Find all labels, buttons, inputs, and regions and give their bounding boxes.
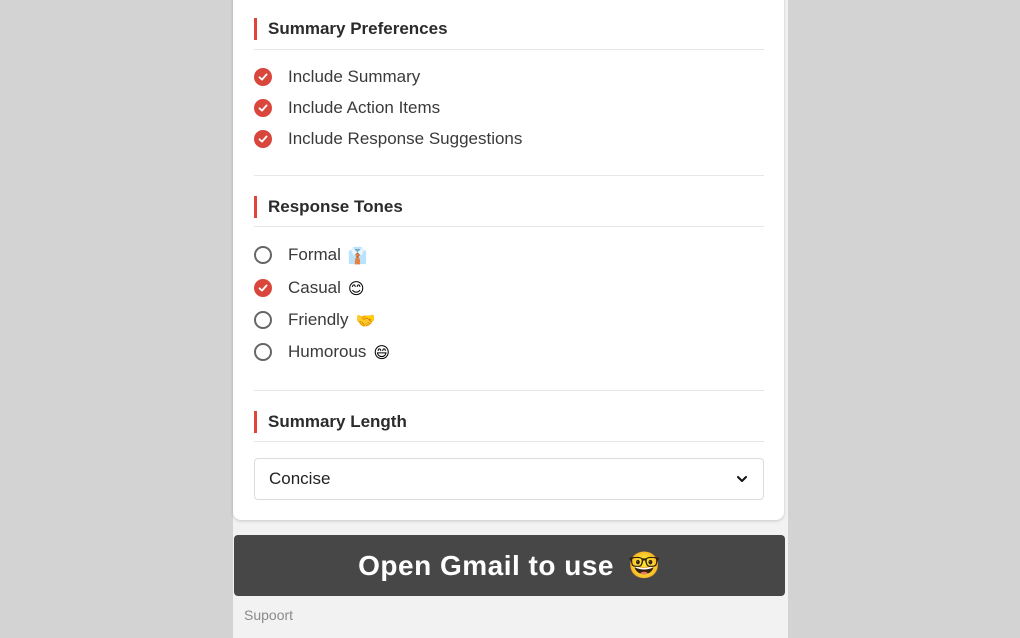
unchecked-icon: [254, 311, 272, 329]
checked-icon: [254, 99, 272, 117]
grin-icon: 😄: [373, 342, 391, 362]
option-label: Casual: [288, 278, 341, 297]
response-tones-heading: Response Tones: [254, 196, 403, 218]
nerd-face-icon: 🤓: [628, 550, 661, 581]
option-label: Include Action Items: [288, 98, 441, 117]
option-label: Friendly: [288, 310, 349, 329]
support-link[interactable]: Supoort: [244, 607, 293, 623]
option-label: Include Summary: [288, 67, 421, 86]
option-label: Humorous: [288, 342, 367, 361]
summary-preferences-heading: Summary Preferences: [254, 18, 448, 40]
unchecked-icon: [254, 246, 272, 264]
divider: [254, 49, 764, 50]
checked-icon: [254, 130, 272, 148]
chevron-down-icon: [737, 476, 747, 482]
include-response-suggestions-checkbox[interactable]: Include Response Suggestions: [254, 128, 522, 150]
checked-icon: [254, 279, 272, 297]
tone-friendly-option[interactable]: Friendly 🤝: [254, 309, 375, 331]
divider: [254, 226, 764, 227]
option-label: Formal: [288, 245, 341, 264]
divider: [254, 390, 764, 391]
tone-formal-option[interactable]: Formal 👔: [254, 244, 368, 266]
extension-popup: Summary Preferences Include Summary Incl…: [233, 0, 788, 638]
include-summary-checkbox[interactable]: Include Summary: [254, 66, 420, 88]
unchecked-icon: [254, 343, 272, 361]
summary-length-select[interactable]: Concise: [254, 458, 764, 500]
necktie-icon: 👔: [347, 245, 368, 265]
smile-icon: 😊: [347, 278, 365, 298]
tone-casual-option[interactable]: Casual 😊: [254, 277, 365, 299]
include-action-items-checkbox[interactable]: Include Action Items: [254, 97, 440, 119]
open-gmail-button[interactable]: Open Gmail to use 🤓: [234, 535, 785, 596]
handshake-icon: 🤝: [355, 310, 376, 330]
settings-card: Summary Preferences Include Summary Incl…: [233, 0, 784, 520]
option-label: Include Response Suggestions: [288, 129, 523, 148]
divider: [254, 175, 764, 176]
checked-icon: [254, 68, 272, 86]
select-value: Concise: [269, 469, 331, 488]
divider: [254, 441, 764, 442]
summary-length-heading: Summary Length: [254, 411, 407, 433]
tone-humorous-option[interactable]: Humorous 😄: [254, 341, 390, 363]
button-label: Open Gmail to use: [358, 549, 614, 581]
